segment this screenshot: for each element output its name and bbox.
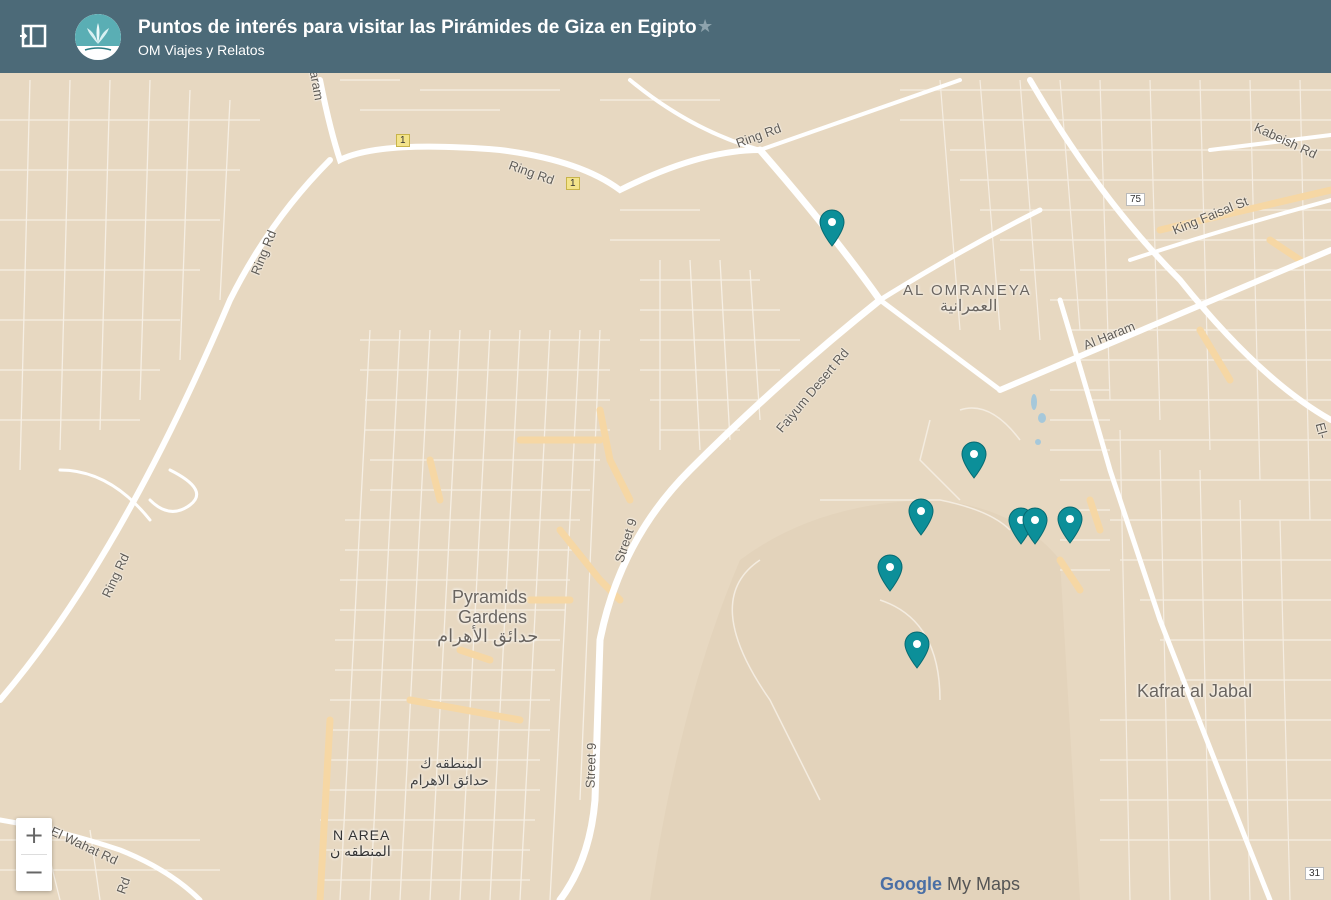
map-canvas[interactable]: aram Ring Rd Ring Rd Ring Rd Ring Rd Kab… (0, 73, 1331, 900)
map-pin-icon[interactable] (960, 441, 988, 479)
google-wordmark: Google (880, 874, 942, 894)
area-label: Gardens (458, 607, 528, 627)
route-shield: 1 (566, 177, 580, 190)
map-pin-icon[interactable] (818, 209, 846, 247)
mymaps-wordmark: My Maps (947, 874, 1021, 894)
map-pin-icon[interactable] (1056, 506, 1084, 544)
star-icon[interactable]: ★ (697, 16, 713, 37)
area-label-ar: المنطقه ن (330, 843, 391, 859)
zoom-in-button[interactable]: + (16, 818, 52, 854)
avatar (75, 14, 121, 60)
sidebar-toggle-icon[interactable] (18, 22, 50, 52)
route-shield: 1 (396, 134, 410, 147)
area-label: N AREA (333, 827, 391, 843)
road-label: Street 9 (582, 742, 600, 789)
route-shield: 75 (1126, 193, 1146, 206)
map-pin-icon[interactable] (907, 498, 935, 536)
map-title: Puntos de interés para visitar las Pirám… (138, 17, 697, 38)
area-label: Kafrat al Jabal (1137, 681, 1253, 701)
map-pin-icon[interactable] (876, 554, 904, 592)
map-pin-icon[interactable] (1021, 507, 1049, 545)
area-label: Pyramids (452, 587, 528, 607)
google-my-maps-logo: Google My Maps (880, 874, 1020, 895)
zoom-controls: + − (16, 818, 52, 891)
area-label-ar: حدائق الأهرام (437, 626, 539, 646)
area-label-ar: المنطقه ك (420, 755, 482, 771)
area-label-ar: حدائق الاهرام (410, 772, 489, 788)
map-pin-icon[interactable] (903, 631, 931, 669)
map-header: Puntos de interés para visitar las Pirám… (0, 0, 1331, 73)
zoom-out-button[interactable]: − (16, 855, 52, 891)
route-shield: 31 (1305, 867, 1325, 880)
author-name[interactable]: OM Viajes y Relatos (138, 42, 265, 58)
area-label-ar: العمرانية (940, 298, 998, 315)
